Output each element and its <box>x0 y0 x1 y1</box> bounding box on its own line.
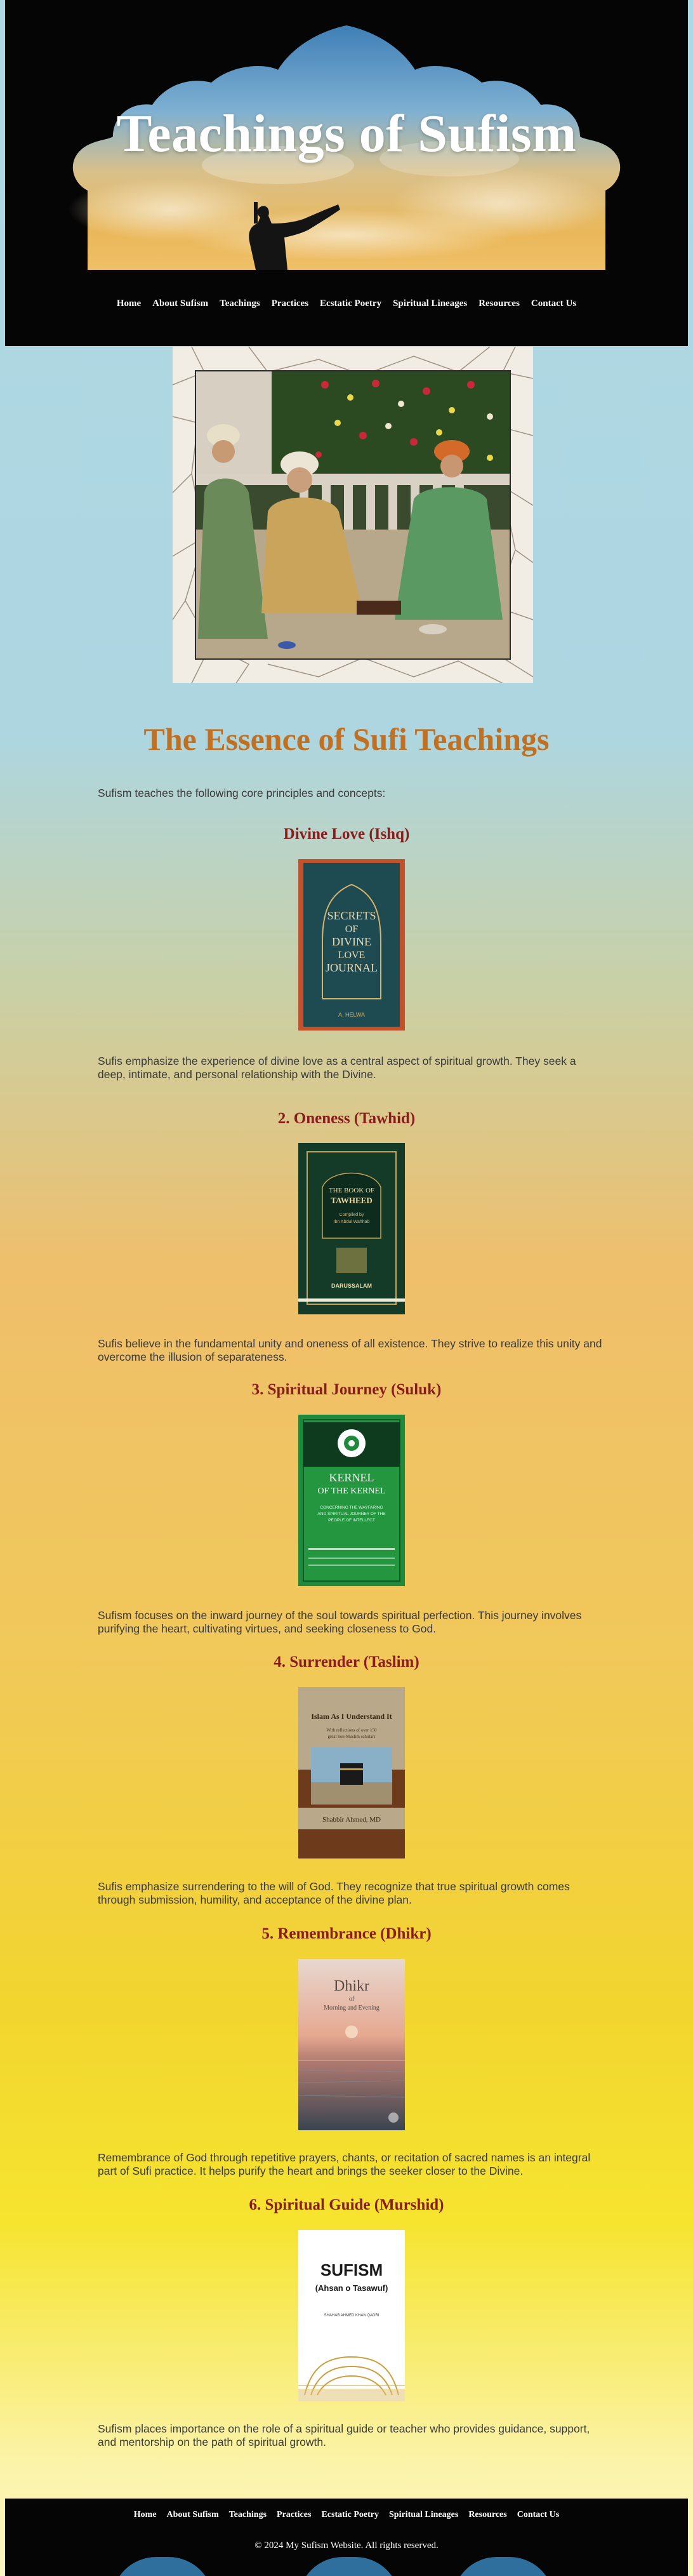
nav-contact-us[interactable]: Contact Us <box>525 298 582 309</box>
book-author: Shabbir Ahmed, MD <box>322 1816 381 1824</box>
site-footer: Home About Sufism Teachings Practices Ec… <box>5 2499 688 2576</box>
nav-resources[interactable]: Resources <box>473 298 525 309</box>
footer-dome-decoration <box>452 2557 554 2576</box>
book-title-line: JOURNAL <box>326 961 378 974</box>
section-heading-divine-love: Divine Love (Ishq) <box>283 825 410 843</box>
footer-nav-resources[interactable]: Resources <box>463 2510 512 2520</box>
book-title-line: AND SPIRITUAL JOURNEY OF THE <box>317 1512 386 1516</box>
book-title-line: Morning and Evening <box>324 2005 380 2012</box>
footer-nav-about-sufism[interactable]: About Sufism <box>162 2510 224 2520</box>
book-title-line: PEOPLE OF INTELLECT <box>328 1518 375 1523</box>
book-title-line: Compiled by <box>340 1213 364 1217</box>
site-title: Teachings of Sufism <box>116 104 577 163</box>
footer-nav-teachings[interactable]: Teachings <box>224 2510 272 2520</box>
section-text-spiritual-journey: Sufism focuses on the inward journey of … <box>98 1609 582 1635</box>
book-title-line: TAWHEED <box>331 1196 373 1205</box>
book-title-line: Ibn Abdul Wahhab <box>334 1220 370 1224</box>
book-title-line: CONCERNING THE WAYFARING <box>320 1505 383 1510</box>
book-title-line: SUFISM <box>320 2260 383 2279</box>
section-heading-surrender: 4. Surrender (Taslim) <box>274 1653 419 1671</box>
book-title-line: With reflections of over 150 <box>326 1728 377 1733</box>
book-cover-tawheed: THE BOOK OF TAWHEED Compiled by Ibn Abdu… <box>298 1143 405 1314</box>
footer-nav-spiritual-lineages[interactable]: Spiritual Lineages <box>384 2510 463 2520</box>
page-title: The Essence of Sufi Teachings <box>143 721 550 757</box>
section-heading-spiritual-guide: 6. Spiritual Guide (Murshid) <box>249 2196 444 2213</box>
footer-nav-home[interactable]: Home <box>129 2510 162 2520</box>
book-cover-divine-love: SECRETS OF DIVINE LOVE JOURNAL A. HELWA <box>298 859 405 1031</box>
book-title-line: OF THE KERNEL <box>317 1486 385 1496</box>
nav-teachings[interactable]: Teachings <box>214 298 266 309</box>
book-cover-dhikr: Dhikr of Morning and Evening <box>298 1959 405 2130</box>
footer-nav: Home About Sufism Teachings Practices Ec… <box>5 2510 688 2520</box>
book-title-line: KERNEL <box>329 1471 374 1484</box>
sufi-miniature-painting <box>172 346 534 684</box>
book-title-line: OF <box>345 924 359 935</box>
section-text-divine-love: Sufis emphasize the experience of divine… <box>98 1055 576 1081</box>
footer-dome-decoration <box>298 2557 400 2576</box>
section-text-spiritual-guide: Sufism places importance on the role of … <box>98 2422 590 2448</box>
nav-practices[interactable]: Practices <box>266 298 314 309</box>
footer-nav-ecstatic-poetry[interactable]: Ecstatic Poetry <box>316 2510 384 2520</box>
footer-nav-contact-us[interactable]: Contact Us <box>512 2510 565 2520</box>
main-nav: Home About Sufism Teachings Practices Ec… <box>5 298 688 309</box>
nav-home[interactable]: Home <box>111 298 147 309</box>
book-author: SHAHAB AHMED KHAN QADRI <box>324 2314 380 2318</box>
book-title-line: Islam As I Understand It <box>311 1712 392 1721</box>
book-cover-islam-understand: Islam As I Understand It With reflection… <box>298 1687 405 1859</box>
section-heading-remembrance: 5. Remembrance (Dhikr) <box>261 1925 432 1942</box>
section-text-surrender: Sufis emphasize surrendering to the will… <box>98 1880 570 1906</box>
book-cover-sufism: SUFISM (Ahsan o Tasawuf) SHAHAB AHMED KH… <box>298 2230 405 2401</box>
book-title-line: (Ahsan o Tasawuf) <box>315 2283 388 2293</box>
section-text-remembrance: Remembrance of God through repetitive pr… <box>98 2151 591 2177</box>
footer-dome-decoration <box>112 2557 213 2576</box>
book-title-line: DIVINE <box>332 935 371 948</box>
section-heading-oneness: 2. Oneness (Tawhid) <box>277 1110 416 1127</box>
section-text-oneness: Sufis believe in the fundamental unity a… <box>98 1337 602 1363</box>
book-title-line: great non-Muslim scholars <box>327 1734 375 1739</box>
book-title-line: SECRETS <box>327 909 376 922</box>
nav-ecstatic-poetry[interactable]: Ecstatic Poetry <box>314 298 387 309</box>
nav-about-sufism[interactable]: About Sufism <box>147 298 214 309</box>
nav-spiritual-lineages[interactable]: Spiritual Lineages <box>387 298 473 309</box>
book-title-line: LOVE <box>338 950 366 961</box>
footer-nav-practices[interactable]: Practices <box>272 2510 316 2520</box>
book-cover-kernel: KERNEL OF THE KERNEL CONCERNING THE WAYF… <box>298 1415 405 1586</box>
copyright-text: © 2024 My Sufism Website. All rights res… <box>254 2540 439 2551</box>
book-author: A. HELWA <box>338 1011 365 1018</box>
book-title-line: of <box>349 1996 355 2003</box>
site-header: Teachings of Sufism Home About Sufism Te… <box>5 0 688 346</box>
book-publisher: DARUSSALAM <box>331 1283 372 1289</box>
section-heading-spiritual-journey: 3. Spiritual Journey (Suluk) <box>251 1381 442 1398</box>
hero-banner: Teachings of Sufism <box>5 0 688 273</box>
book-title-line: THE BOOK OF <box>329 1187 374 1194</box>
intro-text: Sufism teaches the following core princi… <box>98 787 386 799</box>
book-title-line: Dhikr <box>334 1978 369 1994</box>
